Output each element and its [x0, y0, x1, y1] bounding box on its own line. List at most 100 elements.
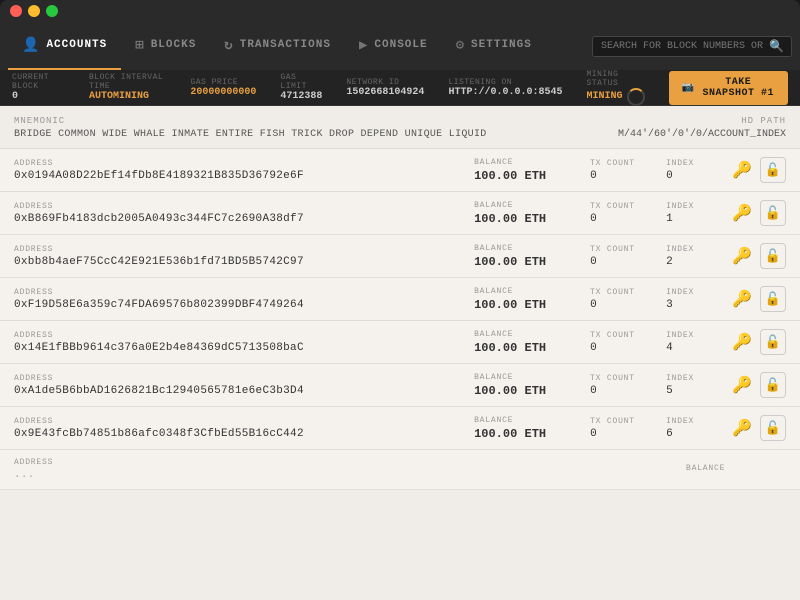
account-balance-value: 100.00 ETH: [474, 212, 574, 226]
account-tx-value: 0: [590, 385, 650, 397]
table-row: ADDRESS 0x9E43fcBb74851b86afc0348f3CfbEd…: [0, 407, 800, 450]
address-label: ADDRESS: [14, 245, 458, 254]
camera-icon: 📷: [681, 82, 694, 94]
search-icon: 🔍: [769, 39, 784, 54]
nav-item-console[interactable]: ▶CONSOLE: [345, 22, 442, 70]
account-balance-section: BALANCE 100.00 ETH: [474, 330, 574, 355]
blocks-nav-label: BLOCKS: [151, 39, 197, 51]
tx-count-label: TX COUNT: [590, 417, 650, 426]
account-address[interactable]: 0x0194A08D22bEf14fDb8E4189321B835D36792e…: [14, 170, 458, 182]
account-address[interactable]: 0x14E1fBBb9614c376a0E2b4e84369dC5713508b…: [14, 342, 458, 354]
search-input[interactable]: [592, 36, 792, 57]
network-id-value: 1502668104924: [346, 87, 424, 98]
address-label: ADDRESS: [14, 288, 458, 297]
account-main: ADDRESS 0xF19D58E6a359c74FDA69576b802399…: [14, 288, 458, 311]
mining-value: MINING: [586, 91, 622, 102]
account-index-section: INDEX 0: [666, 159, 716, 182]
nav-item-accounts[interactable]: 👤ACCOUNTS: [8, 22, 121, 70]
index-label: INDEX: [666, 374, 716, 383]
account-balance-section: BALANCE 100.00 ETH: [474, 373, 574, 398]
blocks-nav-icon: ⊞: [135, 37, 144, 54]
nav-item-blocks[interactable]: ⊞ BLOCKS: [121, 22, 210, 70]
lock-button[interactable]: 🔓: [760, 200, 786, 226]
account-address[interactable]: 0xA1de5B6bbAD1626821Bc12940565781e6eC3b3…: [14, 385, 458, 397]
block-interval-value: AUTOMINING: [89, 91, 166, 102]
account-address[interactable]: 0xF19D58E6a359c74FDA69576b802399DBF47492…: [14, 299, 458, 311]
mining-label: MINING STATUS: [586, 70, 645, 88]
account-index-value: 1: [666, 213, 716, 225]
minimize-dot[interactable]: [28, 5, 40, 17]
current-block-label: CURRENT BLOCK: [12, 73, 65, 91]
balance-label: BALANCE: [474, 287, 574, 296]
tx-count-label: TX COUNT: [590, 288, 650, 297]
account-actions: 🔑 🔓: [732, 286, 786, 312]
key-icon[interactable]: 🔑: [732, 375, 752, 395]
lock-button[interactable]: 🔓: [760, 372, 786, 398]
snapshot-button[interactable]: 📷 TAKE SNAPSHOT #1: [669, 71, 788, 105]
key-icon[interactable]: 🔑: [732, 332, 752, 352]
balance-label: BALANCE: [474, 244, 574, 253]
key-icon[interactable]: 🔑: [732, 203, 752, 223]
listening-status: LISTENING ON HTTP://0.0.0.0:8545: [448, 78, 562, 98]
nav-item-settings[interactable]: ⚙SETTINGS: [442, 22, 546, 70]
account-balance-section: BALANCE 100.00 ETH: [474, 201, 574, 226]
title-bar: [0, 0, 800, 22]
index-label: INDEX: [666, 417, 716, 426]
address-label: ADDRESS: [14, 159, 458, 168]
account-index-section: INDEX 1: [666, 202, 716, 225]
account-address[interactable]: 0x9E43fcBb74851b86afc0348f3CfbEd55B16cC4…: [14, 428, 458, 440]
hdpath-value: M/44'/60'/0'/0/ACCOUNT_INDEX: [618, 129, 786, 140]
account-actions: 🔑 🔓: [732, 415, 786, 441]
accounts-list: ADDRESS 0x0194A08D22bEf14fDb8E4189321B83…: [0, 149, 800, 490]
account-balance-section: BALANCE 100.00 ETH: [474, 416, 574, 441]
key-icon[interactable]: 🔑: [732, 160, 752, 180]
table-row: ADDRESS 0xbb8b4aeF75CcC42E921E536b1fd71B…: [0, 235, 800, 278]
account-index-section: INDEX 2: [666, 245, 716, 268]
listening-label: LISTENING ON: [448, 78, 562, 87]
mnemonic-left: MNEMONIC BRIDGE COMMON WIDE WHALE INMATE…: [14, 116, 487, 140]
account-main: ADDRESS 0x9E43fcBb74851b86afc0348f3CfbEd…: [14, 417, 458, 440]
account-balance-value: 100.00 ETH: [474, 298, 574, 312]
current-block-status: CURRENT BLOCK 0: [12, 73, 65, 102]
maximize-dot[interactable]: [46, 5, 58, 17]
close-dot[interactable]: [10, 5, 22, 17]
account-main: ADDRESS 0xA1de5B6bbAD1626821Bc1294056578…: [14, 374, 458, 397]
account-index-value: 3: [666, 299, 716, 311]
accounts-nav-label: ACCOUNTS: [46, 39, 107, 51]
key-icon[interactable]: 🔑: [732, 289, 752, 309]
key-icon[interactable]: 🔑: [732, 246, 752, 266]
navbar: 👤ACCOUNTS ⊞ BLOCKS ↻TRANSACTIONS▶CONSOLE⚙SE…: [0, 22, 800, 70]
account-balance-value: 100.00 ETH: [474, 255, 574, 269]
lock-button[interactable]: 🔓: [760, 286, 786, 312]
account-address[interactable]: 0xbb8b4aeF75CcC42E921E536b1fd71BD5B5742C…: [14, 256, 458, 268]
account-index-section: INDEX 6: [666, 417, 716, 440]
lock-button[interactable]: 🔓: [760, 157, 786, 183]
mnemonic-section: MNEMONIC BRIDGE COMMON WIDE WHALE INMATE…: [0, 106, 800, 149]
snapshot-label: TAKE SNAPSHOT #1: [700, 77, 776, 99]
account-actions: 🔑 🔓: [732, 329, 786, 355]
lock-button[interactable]: 🔓: [760, 415, 786, 441]
balance-label: BALANCE: [686, 464, 786, 473]
address-label: ADDRESS: [14, 202, 458, 211]
account-tx-value: 0: [590, 256, 650, 268]
lock-button[interactable]: 🔓: [760, 243, 786, 269]
account-index-value: 5: [666, 385, 716, 397]
table-row: ADDRESS 0xA1de5B6bbAD1626821Bc1294056578…: [0, 364, 800, 407]
lock-button[interactable]: 🔓: [760, 329, 786, 355]
account-balance-section: BALANCE 100.00 ETH: [474, 158, 574, 183]
account-index-section: INDEX 3: [666, 288, 716, 311]
network-id-label: NETWORK ID: [346, 78, 424, 87]
account-address[interactable]: ...: [14, 469, 670, 481]
network-id-status: NETWORK ID 1502668104924: [346, 78, 424, 98]
balance-label: BALANCE: [474, 158, 574, 167]
mnemonic-label: MNEMONIC: [14, 116, 487, 126]
key-icon[interactable]: 🔑: [732, 418, 752, 438]
mnemonic-value: BRIDGE COMMON WIDE WHALE INMATE ENTIRE F…: [14, 129, 487, 140]
account-address[interactable]: 0xB869Fb4183dcb2005A0493c344FC7c2690A38d…: [14, 213, 458, 225]
table-row: ADDRESS 0x0194A08D22bEf14fDb8E4189321B83…: [0, 149, 800, 192]
account-balance-value: 100.00 ETH: [474, 427, 574, 441]
nav-item-transactions[interactable]: ↻TRANSACTIONS: [210, 22, 345, 70]
index-label: INDEX: [666, 245, 716, 254]
tx-count-label: TX COUNT: [590, 159, 650, 168]
block-interval-label: BLOCK INTERVAL TIME: [89, 73, 166, 91]
